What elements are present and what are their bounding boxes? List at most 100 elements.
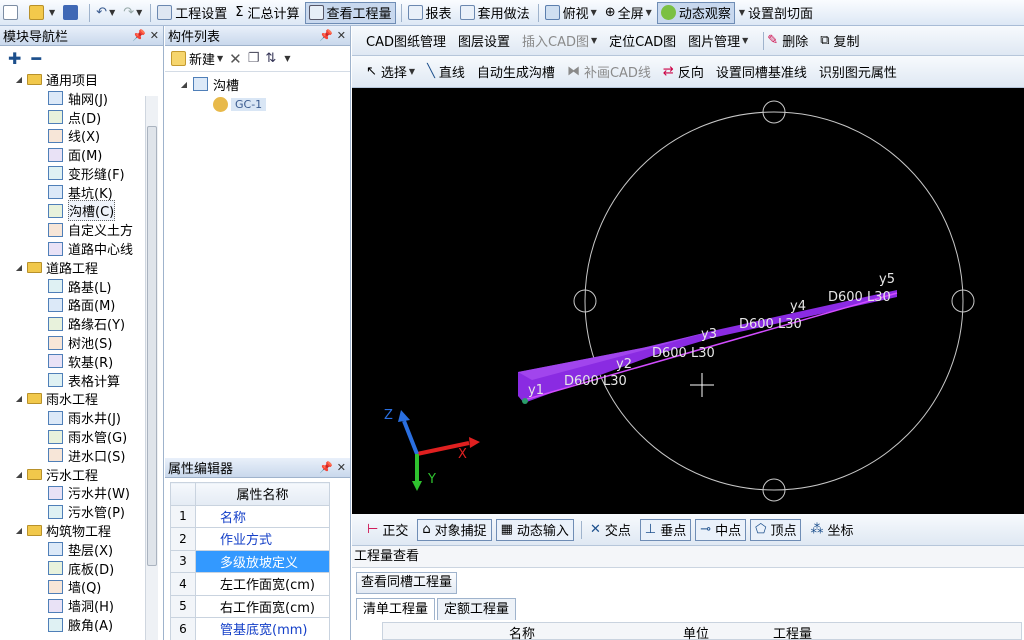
nav-item[interactable]: 墙(Q) bbox=[14, 578, 163, 596]
vertex-snap-toggle[interactable]: ⬠ 顶点 bbox=[750, 518, 802, 541]
collapse-icon[interactable]: ◢ bbox=[14, 75, 24, 84]
top-view-button[interactable]: 俯视 ▼ bbox=[542, 2, 600, 24]
col-amount: 工程量 bbox=[773, 627, 813, 640]
apply-method-button[interactable]: 套用做法 bbox=[457, 2, 533, 24]
nav-scrollbar[interactable] bbox=[145, 96, 158, 640]
redraw-cad-line-button[interactable]: ⧓ 补画CAD线 bbox=[567, 62, 651, 81]
tab-list-quantity[interactable]: 清单工程量 bbox=[356, 598, 436, 620]
nav-item[interactable]: 路缘石(Y) bbox=[14, 314, 163, 333]
property-row[interactable]: 2 作业方式 bbox=[170, 527, 330, 551]
insert-cad-button[interactable]: 插入CAD图 ▼ bbox=[522, 31, 597, 50]
set-baseline-button[interactable]: 设置同槽基准线 bbox=[716, 62, 807, 81]
pin-icon[interactable]: 📌 bbox=[319, 461, 333, 474]
dynamic-observe-button[interactable]: 动态观察 bbox=[656, 1, 735, 24]
component-item-gc1[interactable]: GC-1 bbox=[179, 94, 350, 114]
nav-group[interactable]: ◢ 道路工程 bbox=[14, 258, 163, 277]
nav-item[interactable]: 软基(R) bbox=[14, 352, 163, 371]
new-file-button[interactable] bbox=[0, 2, 24, 24]
undo-button[interactable]: ↶ ▼ bbox=[93, 2, 118, 24]
pin-icon[interactable]: 📌 bbox=[132, 29, 146, 42]
nav-item[interactable]: 点(D) bbox=[14, 108, 163, 127]
property-row[interactable]: 1 名称 bbox=[170, 504, 330, 528]
set-section-button[interactable]: 设置剖切面 bbox=[745, 2, 816, 24]
full-screen-button[interactable]: ⊕ 全屏 ▼ bbox=[602, 2, 655, 24]
nav-item[interactable]: 底板(D) bbox=[14, 559, 163, 578]
collapse-icon[interactable]: ◢ bbox=[14, 394, 24, 403]
property-row[interactable]: 3 多级放坡定义 bbox=[170, 549, 330, 573]
nav-item[interactable]: 轴网(J) bbox=[14, 89, 163, 108]
nav-item[interactable]: 面(M) bbox=[14, 145, 163, 164]
collapse-icon[interactable]: ◢ bbox=[14, 526, 24, 535]
property-row[interactable]: 4 左工作面宽(cm) bbox=[170, 572, 330, 596]
perpendicular-snap-toggle[interactable]: ⊥ 垂点 bbox=[639, 518, 692, 541]
module-tree: ◢ 通用项目 轴网(J) 点(D) 线(X) 面(M) 变形缝(F) 基坑(K) 沟槽(C) 自定… bbox=[0, 70, 163, 634]
nav-item[interactable]: 基坑(K) bbox=[14, 183, 163, 202]
nav-item[interactable]: 道路中心线 bbox=[14, 239, 163, 258]
cad-manage-button[interactable]: CAD图纸管理 bbox=[366, 31, 446, 50]
nav-item[interactable]: 路面(M) bbox=[14, 296, 163, 314]
view-same-groove-button[interactable]: 查看同槽工程量 bbox=[356, 572, 458, 594]
pin-icon[interactable]: 📌 bbox=[319, 29, 333, 42]
nav-item[interactable]: 树池(S) bbox=[14, 333, 163, 352]
close-icon[interactable]: ✕ bbox=[337, 461, 346, 474]
coordinate-snap-toggle[interactable]: ⁂ 坐标 bbox=[805, 519, 858, 541]
locate-cad-button[interactable]: 定位CAD图 bbox=[609, 31, 676, 50]
drawing-canvas[interactable]: y1 y2 y3 y4 y5 D600 L30 D600 L30 D600 L30 D600 L… bbox=[352, 88, 1024, 514]
nav-group[interactable]: ◢ 污水工程 bbox=[14, 465, 163, 484]
nav-group[interactable]: ◢ 通用项目 bbox=[14, 70, 163, 89]
nav-item[interactable]: 雨水管(G) bbox=[14, 427, 163, 446]
nav-group[interactable]: ◢ 构筑物工程 bbox=[14, 521, 163, 540]
copy-icon[interactable]: ❐ bbox=[248, 51, 260, 66]
identify-attributes-button[interactable]: 识别图元属性 bbox=[819, 62, 897, 81]
open-file-button[interactable]: ▼ bbox=[26, 2, 58, 24]
nav-item[interactable]: 变形缝(F) bbox=[14, 164, 163, 183]
nav-item[interactable]: 污水管(P) bbox=[14, 502, 163, 521]
view-quantity-button[interactable]: 查看工程量 bbox=[304, 1, 396, 24]
property-row[interactable]: 5 右工作面宽(cm) bbox=[170, 594, 330, 618]
report-button[interactable]: 报表 bbox=[405, 2, 455, 24]
nav-item[interactable]: 沟槽(C) bbox=[14, 200, 163, 222]
expand-all-icon[interactable]: ✚ bbox=[8, 49, 21, 68]
nav-item[interactable]: 腋角(A) bbox=[14, 615, 163, 634]
component-root[interactable]: ◢ 沟槽 bbox=[179, 74, 350, 94]
collapse-icon[interactable]: ◢ bbox=[179, 80, 189, 89]
new-component-button[interactable]: 新建 ▼ bbox=[171, 49, 223, 68]
collapse-all-icon[interactable]: ━ bbox=[31, 49, 41, 68]
intersection-snap-toggle[interactable]: ✕ 交点 bbox=[585, 519, 636, 541]
reverse-button[interactable]: ⇄ 反向 bbox=[663, 62, 704, 81]
project-settings-button[interactable]: 工程设置 bbox=[154, 2, 230, 24]
delete-button[interactable]: ✎ 删除 bbox=[767, 31, 808, 50]
dynamic-input-toggle[interactable]: ▦ 动态输入 bbox=[495, 518, 574, 541]
gear-icon bbox=[213, 96, 228, 112]
ortho-toggle[interactable]: ⊢ 正交 bbox=[362, 519, 413, 541]
collapse-icon[interactable]: ◢ bbox=[14, 470, 24, 479]
nav-group[interactable]: ◢ 雨水工程 bbox=[14, 390, 163, 408]
nav-item[interactable]: 表格计算 bbox=[14, 371, 163, 390]
redo-button[interactable]: ↷ ▼ bbox=[120, 2, 145, 24]
midpoint-snap-toggle[interactable]: ⊸ 中点 bbox=[695, 518, 747, 541]
straight-line-button[interactable]: ╲ 直线 bbox=[427, 62, 465, 81]
layer-settings-button[interactable]: 图层设置 bbox=[458, 31, 510, 50]
delete-icon[interactable]: ✕ bbox=[229, 50, 242, 68]
nav-item[interactable]: 路基(L) bbox=[14, 277, 163, 296]
collapse-icon[interactable]: ◢ bbox=[14, 263, 24, 272]
nav-item[interactable]: 污水井(W) bbox=[14, 484, 163, 502]
object-snap-toggle[interactable]: ⌂ 对象捕捉 bbox=[417, 518, 492, 541]
auto-generate-groove-button[interactable]: 自动生成沟槽 bbox=[477, 62, 555, 81]
sort-icon[interactable]: ⇅ bbox=[265, 51, 276, 66]
property-row[interactable]: 6 管基底宽(mm) bbox=[170, 617, 330, 640]
summary-calc-button[interactable]: Σ 汇总计算 bbox=[232, 2, 302, 24]
select-button[interactable]: ↖ 选择 ▼ bbox=[366, 62, 415, 81]
nav-item[interactable]: 雨水井(J) bbox=[14, 408, 163, 427]
nav-item[interactable]: 垫层(X) bbox=[14, 540, 163, 559]
image-manage-button[interactable]: 图片管理 ▼ bbox=[688, 31, 748, 50]
close-icon[interactable]: ✕ bbox=[337, 29, 346, 42]
nav-item[interactable]: 自定义土方 bbox=[14, 220, 163, 239]
nav-item[interactable]: 墙洞(H) bbox=[14, 596, 163, 615]
nav-item[interactable]: 线(X) bbox=[14, 126, 163, 145]
tab-quota-quantity[interactable]: 定额工程量 bbox=[437, 598, 517, 620]
nav-item[interactable]: 进水口(S) bbox=[14, 446, 163, 465]
close-icon[interactable]: ✕ bbox=[150, 29, 159, 42]
copy-button[interactable]: ⧉ 复制 bbox=[820, 31, 859, 50]
save-button[interactable] bbox=[60, 2, 84, 24]
